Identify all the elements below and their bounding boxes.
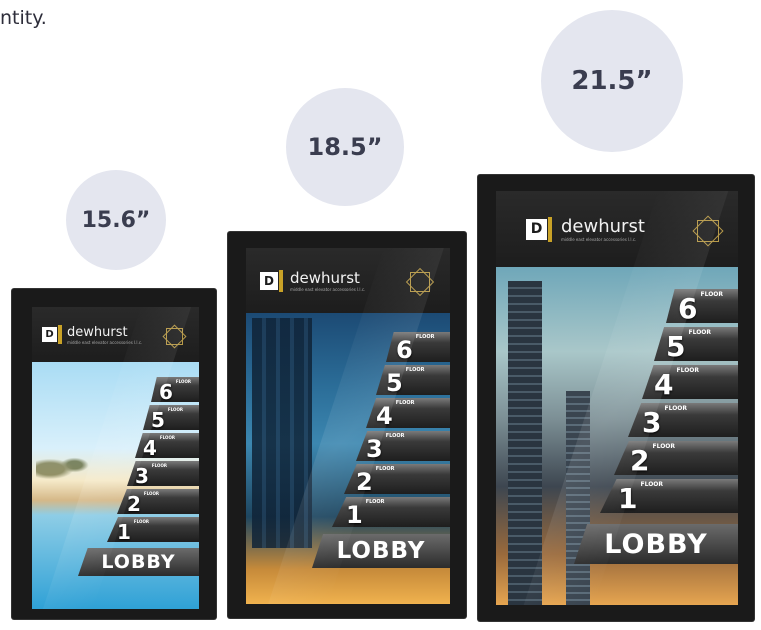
brand-name: dewhurst xyxy=(290,269,360,287)
size-label: 21.5” xyxy=(571,66,653,96)
floor-5-bar: 5 FLOOR xyxy=(376,365,450,395)
floor-1-bar: 1 FLOOR xyxy=(107,517,199,542)
emblem-icon xyxy=(692,215,724,247)
screen-header: D dewhurst middle east elevator accessor… xyxy=(32,307,199,362)
brand-name: dewhurst xyxy=(67,324,128,340)
size-label: 18.5” xyxy=(307,133,383,161)
floor-3-bar: 3 FLOOR xyxy=(127,461,199,486)
screen-inner: D dewhurst middle east elevator accessor… xyxy=(32,307,199,609)
floor-4-bar: 4 FLOOR xyxy=(642,365,738,399)
dewhurst-logo-icon: D xyxy=(260,269,283,292)
floor-2-bar: 2 FLOOR xyxy=(117,489,199,514)
floor-5-bar: 5 FLOOR xyxy=(654,327,738,361)
brand-subtitle: middle east elevator accessories l.l.c. xyxy=(561,237,637,242)
floor-3-bar: 3 FLOOR xyxy=(628,403,738,437)
floor-1-bar: 1 FLOOR xyxy=(332,497,450,527)
emblem-icon xyxy=(405,267,435,297)
dewhurst-logo-icon: D xyxy=(42,325,62,344)
skyscraper-silhouette xyxy=(508,281,542,605)
floor-4-bar: 4 FLOOR xyxy=(366,398,450,428)
floor-5-bar: 5 FLOOR xyxy=(143,405,199,430)
palm-silhouettes xyxy=(36,445,106,485)
brand-subtitle: middle east elevator accessories l.l.c. xyxy=(290,287,366,292)
floor-6-bar: 6 FLOOR xyxy=(666,289,738,323)
floor-3-bar: 3 FLOOR xyxy=(356,431,450,461)
floor-2-bar: 2 FLOOR xyxy=(614,441,738,475)
display-screen-21-5: D dewhurst middle east elevator accessor… xyxy=(478,175,754,621)
floor-6-bar: 6 FLOOR xyxy=(151,377,199,402)
size-bubble-medium: 18.5” xyxy=(286,88,404,206)
brand-subtitle: middle east elevator accessories l.l.c. xyxy=(67,339,143,345)
tower-silhouettes xyxy=(252,318,312,548)
intro-text-fragment: ntity. xyxy=(0,7,47,29)
screen-header: D dewhurst middle east elevator accessor… xyxy=(246,248,450,313)
floor-6-bar: 6 FLOOR xyxy=(386,332,450,362)
lobby-bar: LOBBY xyxy=(312,534,450,568)
screen-inner: D dewhurst middle east elevator accessor… xyxy=(246,248,450,604)
screen-inner: D dewhurst middle east elevator accessor… xyxy=(496,191,738,605)
display-screen-18-5: D dewhurst middle east elevator accessor… xyxy=(228,232,466,618)
floor-4-bar: 4 FLOOR xyxy=(135,433,199,458)
lobby-bar: LOBBY xyxy=(78,548,199,576)
size-bubble-large: 21.5” xyxy=(541,10,683,152)
dewhurst-logo-icon: D xyxy=(526,216,552,242)
skyscraper-silhouette xyxy=(566,391,590,605)
floor-1-bar: 1 FLOOR xyxy=(600,479,738,513)
lobby-bar: LOBBY xyxy=(574,524,738,564)
emblem-icon xyxy=(162,324,187,349)
size-label: 15.6” xyxy=(81,207,151,233)
display-screen-15-6: D dewhurst middle east elevator accessor… xyxy=(12,289,216,619)
screen-header: D dewhurst middle east elevator accessor… xyxy=(496,191,738,267)
size-bubble-small: 15.6” xyxy=(66,170,166,270)
floor-2-bar: 2 FLOOR xyxy=(344,464,450,494)
brand-name: dewhurst xyxy=(561,216,645,237)
